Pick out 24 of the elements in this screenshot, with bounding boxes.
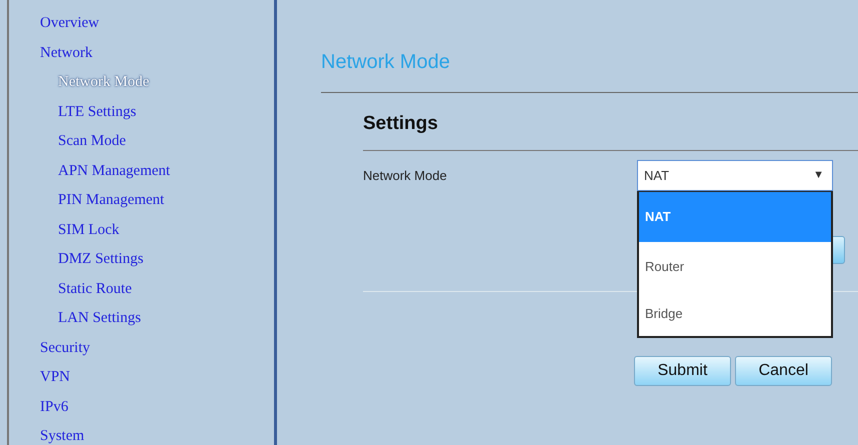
sidebar-item[interactable]: Overview [9,9,274,38]
sidebar-subitem[interactable]: Static Route [9,274,274,304]
caret-icon: ▼ [813,167,824,184]
page-title: Network Mode [321,50,451,75]
dropdown-option[interactable]: NAT [639,192,831,242]
dropdown-option[interactable]: Router [639,242,831,292]
cancel-button[interactable]: Cancel [735,356,832,386]
sidebar-item[interactable]: Security [9,334,274,363]
sidebar-item[interactable]: IPv6 [9,392,274,422]
sidebar-subitem[interactable]: PIN Management [9,186,274,216]
sidebar-item[interactable]: System [9,422,274,445]
sidebar-item[interactable]: VPN [9,363,274,392]
field-label: Network Mode [363,167,448,185]
submit-button[interactable]: Submit [634,356,731,386]
sidebar-subitem[interactable]: LAN Settings [9,304,274,334]
dropdown-option[interactable]: Bridge [639,292,831,336]
sidebar-subitem[interactable]: APN Management [9,156,274,186]
mode-dropdown[interactable]: NAT ▼ [637,160,833,191]
sidebar-item[interactable]: Network [9,38,274,68]
section-title: Settings [363,112,439,136]
sidebar-subitem[interactable]: DMZ Settings [9,245,274,274]
sidebar-subitem[interactable]: SIM Lock [9,216,274,245]
sidebar-subitem[interactable]: Scan Mode [9,127,274,156]
sidebar-subitem[interactable]: LTE Settings [9,98,274,127]
